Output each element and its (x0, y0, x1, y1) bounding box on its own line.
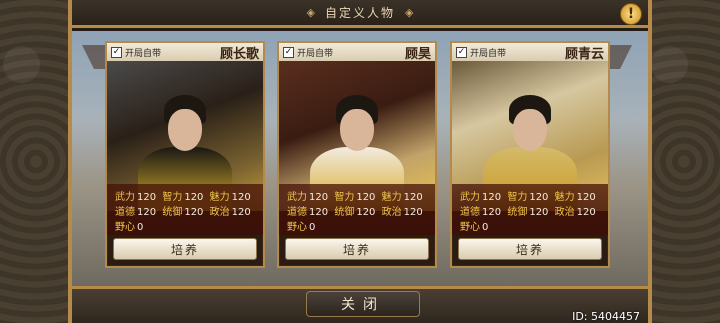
dialog-header: ◈ 自定义人物 ◈ ! (72, 0, 648, 28)
stat-tongyu: 统御 120 (162, 207, 204, 218)
close-button[interactable]: 关闭 (306, 291, 420, 317)
stat-yexin: 野心 0 (115, 222, 144, 233)
start-with-checkbox[interactable]: ✓ (456, 46, 467, 58)
right-ornament-panel (648, 0, 720, 323)
character-name: 顾昊 (404, 46, 431, 62)
stat-zhili: 智力 120 (162, 192, 204, 203)
card-header: ✓ 开局自带 顾长歌 (107, 43, 263, 62)
portrait-face (340, 109, 374, 151)
stat-tongyu: 统御 120 (334, 207, 376, 218)
character-card-3: ✓ 开局自带 顾青云 武力 120 智力 120 魅力 120 道德 120 统御 120… (450, 41, 610, 268)
character-card-1: ✓ 开局自带 顾长歌 武力 120 智力 120 魅力 120 道德 120 统御 120… (105, 41, 265, 268)
stat-meili: 魅力 120 (209, 192, 251, 203)
stat-daode: 道德 120 (115, 207, 157, 218)
stat-daode: 道德 120 (460, 207, 502, 218)
player-id: ID: 5404457 (572, 310, 640, 323)
card-header: ✓ 开局自带 顾青云 (452, 43, 608, 62)
stat-meili: 魅力 120 (381, 192, 423, 203)
warning-icon[interactable]: ! (620, 3, 642, 25)
start-with-checkbox[interactable]: ✓ (111, 46, 122, 58)
train-button[interactable]: 培养 (113, 238, 257, 260)
stat-zhili: 智力 120 (334, 192, 376, 203)
left-ornament-panel (0, 0, 72, 323)
stat-yexin: 野心 0 (460, 222, 489, 233)
stat-yexin: 野心 0 (287, 222, 316, 233)
character-stats: 武力 120 智力 120 魅力 120 道德 120 统御 120 政治 120 野心 0 (279, 184, 435, 235)
character-name: 顾长歌 (219, 46, 259, 62)
stat-meili: 魅力 120 (554, 192, 596, 203)
stat-zhengzhi: 政治 120 (554, 207, 596, 218)
train-button[interactable]: 培养 (285, 238, 429, 260)
stat-wuli: 武力 120 (287, 192, 329, 203)
custom-character-dialog: ◈ 自定义人物 ◈ ! ✓ 开局自带 顾长歌 武力 120 智力 120 魅力 120 (68, 0, 652, 323)
title-ornament-right-icon: ◈ (405, 6, 414, 19)
stat-zhengzhi: 政治 120 (209, 207, 251, 218)
start-with-label: 开局自带 (297, 48, 334, 59)
portrait-face (513, 109, 547, 151)
train-button[interactable]: 培养 (458, 238, 602, 260)
start-with-label: 开局自带 (470, 48, 507, 59)
stat-zhili: 智力 120 (507, 192, 549, 203)
stat-tongyu: 统御 120 (507, 207, 549, 218)
stat-zhengzhi: 政治 120 (381, 207, 423, 218)
character-stats: 武力 120 智力 120 魅力 120 道德 120 统御 120 政治 120 野心 0 (452, 184, 608, 235)
stat-daode: 道德 120 (287, 207, 329, 218)
portrait-face (168, 109, 202, 151)
character-card-2: ✓ 开局自带 顾昊 武力 120 智力 120 魅力 120 道德 120 统御 120 … (277, 41, 437, 268)
title-ornament-left-icon: ◈ (306, 6, 315, 19)
stat-wuli: 武力 120 (115, 192, 157, 203)
start-with-label: 开局自带 (125, 48, 162, 59)
start-with-checkbox[interactable]: ✓ (283, 46, 294, 58)
stat-wuli: 武力 120 (460, 192, 502, 203)
character-name: 顾青云 (564, 46, 604, 62)
dialog-title: 自定义人物 (324, 6, 395, 20)
card-header: ✓ 开局自带 顾昊 (279, 43, 435, 62)
character-stats: 武力 120 智力 120 魅力 120 道德 120 统御 120 政治 120 野心 0 (107, 184, 263, 235)
